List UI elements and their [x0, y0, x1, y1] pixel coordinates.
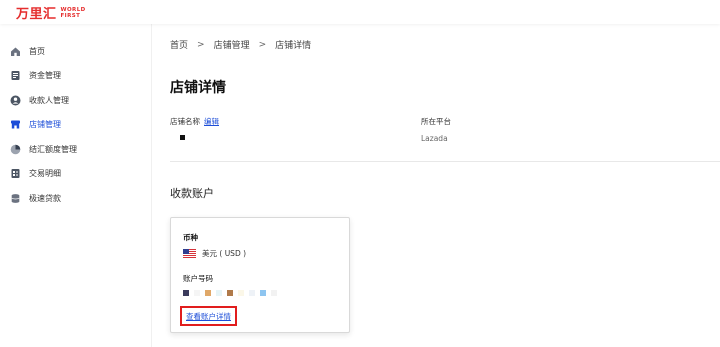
sidebar: 首页 资金管理 收款人管理 店铺管理 结汇额度管理 交易明细 极速贷款 — [0, 24, 152, 347]
platform-value: Lazada — [421, 134, 448, 143]
store-name-value — [180, 135, 185, 140]
breadcrumb-separator: > — [197, 39, 205, 50]
sidebar-item-home[interactable]: 首页 — [0, 39, 151, 64]
currency-row: 美元 ( USD ) — [183, 248, 246, 259]
breadcrumb: 首页 > 店铺管理 > 店铺详情 — [170, 38, 312, 52]
sidebar-item-payee-management[interactable]: 收款人管理 — [0, 88, 151, 113]
main-content: 首页 > 店铺管理 > 店铺详情 店铺详情 店铺名称 编辑 所在平台 Lazada… — [152, 24, 720, 347]
logo-chinese-name: 万里汇 — [16, 7, 57, 22]
sidebar-item-store-management[interactable]: 店铺管理 — [0, 113, 151, 138]
loan-icon — [9, 192, 21, 204]
us-flag-icon — [183, 249, 196, 258]
currency-label: 币种 — [183, 233, 198, 242]
sidebar-item-quota-management[interactable]: 结汇额度管理 — [0, 137, 151, 162]
edit-store-name-link[interactable]: 编辑 — [204, 117, 219, 126]
store-icon — [9, 119, 21, 131]
sidebar-item-fast-loan[interactable]: 极速贷款 — [0, 186, 151, 211]
logo-english-name: WORLD FIRST — [60, 6, 86, 19]
platform-label: 所在平台 — [421, 117, 451, 126]
sidebar-item-fund-management[interactable]: 资金管理 — [0, 64, 151, 89]
transactions-icon — [9, 168, 21, 180]
breadcrumb-home[interactable]: 首页 — [170, 38, 188, 51]
breadcrumb-store-management[interactable]: 店铺管理 — [214, 38, 250, 51]
view-account-details-link[interactable]: 查看账户详情 — [180, 306, 237, 326]
sidebar-item-transactions[interactable]: 交易明细 — [0, 162, 151, 187]
payee-icon — [9, 94, 21, 106]
store-name-field: 店铺名称 编辑 — [170, 116, 219, 127]
accounts-section-title: 收款账户 — [170, 187, 214, 200]
breadcrumb-separator: > — [258, 39, 267, 50]
store-info-row: 店铺名称 编辑 所在平台 Lazada — [170, 116, 720, 162]
page-title: 店铺详情 — [170, 80, 226, 96]
account-number-masked — [183, 290, 277, 296]
fund-icon — [9, 70, 21, 82]
top-bar: 万里汇 WORLD FIRST — [0, 0, 720, 24]
breadcrumb-store-details: 店铺详情 — [275, 41, 312, 51]
account-number-label: 账户号码 — [183, 274, 213, 283]
quota-icon — [9, 143, 21, 155]
worldfirst-logo[interactable]: 万里汇 WORLD FIRST — [16, 3, 86, 23]
currency-value: 美元 ( USD ) — [202, 249, 247, 258]
home-icon — [9, 45, 21, 57]
account-card: 币种 美元 ( USD ) 账户号码 查看账户详情 — [170, 217, 350, 333]
store-name-label: 店铺名称 — [170, 117, 200, 126]
